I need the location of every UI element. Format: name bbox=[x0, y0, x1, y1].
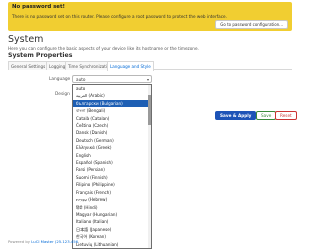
tab-language-and-style[interactable]: Language and Style bbox=[107, 61, 154, 71]
language-option[interactable]: auto bbox=[73, 85, 151, 92]
scrollbar-thumb[interactable] bbox=[148, 95, 151, 125]
language-option[interactable]: Ελληνικά (Greek) bbox=[73, 144, 151, 151]
dropdown-scrollbar[interactable] bbox=[148, 85, 151, 248]
alert-title: No password set! bbox=[12, 4, 65, 10]
language-select[interactable]: auto ▾ bbox=[72, 75, 152, 83]
section-title: System Properties bbox=[8, 52, 73, 59]
language-option[interactable]: Dansk (Danish) bbox=[73, 129, 151, 136]
page-title: System bbox=[8, 34, 44, 45]
language-option[interactable]: English bbox=[73, 152, 151, 159]
footer-prefix: Powered by bbox=[8, 239, 31, 244]
design-label: Design bbox=[55, 92, 70, 97]
language-option[interactable]: বাংলা (Bengali) bbox=[73, 107, 151, 114]
language-option[interactable]: Suomi (Finnish) bbox=[73, 174, 151, 181]
go-to-password-button[interactable]: Go to password configuration... bbox=[215, 20, 288, 29]
alert-message: There is no password set on this router.… bbox=[12, 14, 227, 19]
chevron-down-icon: ▾ bbox=[146, 77, 149, 82]
language-option[interactable]: Deutsch (German) bbox=[73, 137, 151, 144]
language-option[interactable]: 한국어 (Korean) bbox=[73, 233, 151, 240]
language-dropdown-list[interactable]: auto العربية (Arabic) български (Bulgarian… bbox=[72, 84, 152, 249]
footer: Powered by LuCI Master (25.123.456 bbox=[8, 239, 78, 244]
language-option[interactable]: Français (French) bbox=[73, 189, 151, 196]
language-option[interactable]: Magyar (Hungarian) bbox=[73, 211, 151, 218]
language-option[interactable]: Filipino (Philippine) bbox=[73, 181, 151, 188]
language-option[interactable]: Farsi (Persian) bbox=[73, 166, 151, 173]
tab-bar: General Settings Logging Time Synchroniz… bbox=[8, 61, 292, 71]
no-password-alert: No password set! There is no password se… bbox=[8, 2, 292, 31]
language-option[interactable]: Čeština (Czech) bbox=[73, 122, 151, 129]
language-option[interactable]: हिंदी (Hindi) bbox=[73, 204, 151, 211]
language-option[interactable]: български (Bulgarian) bbox=[73, 99, 151, 108]
language-option[interactable]: العربية (Arabic) bbox=[73, 92, 151, 99]
language-option[interactable]: Català (Catalan) bbox=[73, 115, 151, 122]
language-option[interactable]: עִבְרִית (Hebrew) bbox=[73, 196, 151, 203]
page-description: Here you can configure the basic aspects… bbox=[8, 46, 199, 51]
language-option[interactable]: 日本語 (Japanese) bbox=[73, 226, 151, 233]
language-label: Language bbox=[49, 77, 71, 82]
tab-general-settings[interactable]: General Settings bbox=[8, 61, 49, 70]
language-select-value: auto bbox=[76, 77, 86, 82]
save-and-apply-button[interactable]: Save & Apply bbox=[215, 111, 257, 120]
footer-luci-link[interactable]: LuCI Master (25.123.456 bbox=[31, 239, 78, 244]
reset-button[interactable]: Reset bbox=[275, 111, 297, 120]
language-option[interactable]: Italiano (Italian) bbox=[73, 218, 151, 225]
save-button[interactable]: Save bbox=[256, 111, 277, 120]
language-option[interactable]: Lietuvių (Lithuanian) bbox=[73, 241, 151, 248]
language-option[interactable]: Español (Spanish) bbox=[73, 159, 151, 166]
